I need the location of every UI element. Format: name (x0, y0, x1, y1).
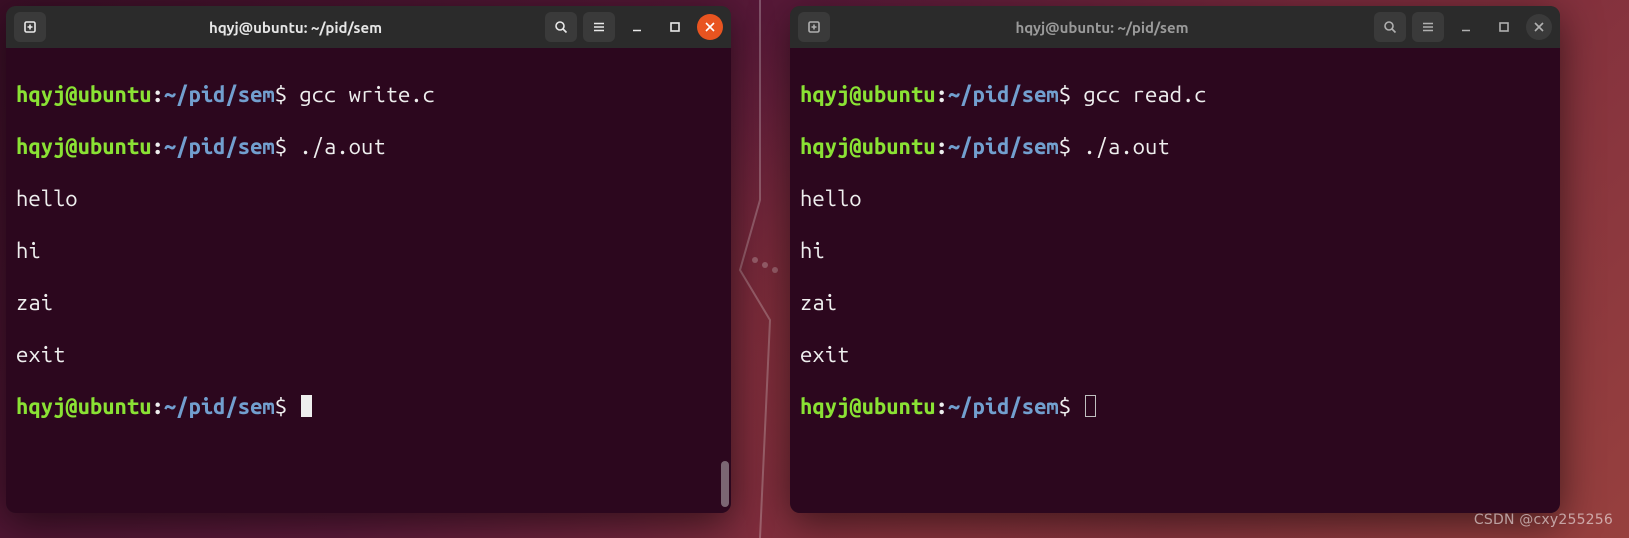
search-button[interactable] (545, 12, 577, 42)
prompt-user: hqyj@ubuntu (800, 82, 936, 107)
prompt-symbol: $ (275, 394, 287, 419)
cursor-hollow (1085, 395, 1096, 417)
prompt-symbol: $ (275, 134, 287, 159)
titlebar-left-group (14, 12, 46, 42)
prompt-line-2: hqyj@ubuntu:~/pid/sem$ ./a.out (800, 134, 1550, 160)
prompt-path: ~/pid/sem (164, 394, 275, 419)
new-tab-button[interactable] (14, 12, 46, 42)
search-button[interactable] (1374, 12, 1406, 42)
titlebar-right-group (1374, 12, 1552, 42)
prompt-path: ~/pid/sem (948, 82, 1059, 107)
new-tab-icon (806, 19, 822, 35)
hamburger-icon (1420, 19, 1436, 35)
terminal-body-left[interactable]: hqyj@ubuntu:~/pid/sem$ gcc write.c hqyj@… (6, 48, 731, 513)
command-text: ./a.out (299, 134, 385, 159)
prompt-sep: : (936, 134, 948, 159)
watermark-text: CSDN @cxy255256 (1474, 512, 1613, 528)
command-text: ./a.out (1083, 134, 1169, 159)
prompt-path: ~/pid/sem (164, 134, 275, 159)
menu-button[interactable] (1412, 12, 1444, 42)
maximize-icon (667, 19, 683, 35)
prompt-symbol: $ (1059, 394, 1071, 419)
output-line: zai (800, 290, 1550, 316)
minimize-icon (629, 19, 645, 35)
output-line: zai (16, 290, 721, 316)
menu-button[interactable] (583, 12, 615, 42)
titlebar-right[interactable]: hqyj@ubuntu: ~/pid/sem (790, 6, 1560, 48)
terminal-body-right[interactable]: hqyj@ubuntu:~/pid/sem$ gcc read.c hqyj@u… (790, 48, 1560, 513)
prompt-line-2: hqyj@ubuntu:~/pid/sem$ ./a.out (16, 134, 721, 160)
minimize-button[interactable] (621, 12, 653, 42)
hamburger-icon (591, 19, 607, 35)
search-icon (553, 19, 569, 35)
prompt-user: hqyj@ubuntu (16, 394, 152, 419)
titlebar-left-group (798, 12, 830, 42)
prompt-symbol: $ (1059, 134, 1071, 159)
prompt-user: hqyj@ubuntu (800, 134, 936, 159)
prompt-path: ~/pid/sem (948, 134, 1059, 159)
prompt-user: hqyj@ubuntu (16, 82, 152, 107)
prompt-user: hqyj@ubuntu (800, 394, 936, 419)
output-line: hi (800, 238, 1550, 264)
new-tab-icon (22, 19, 38, 35)
close-icon (702, 19, 718, 35)
output-line: hello (16, 186, 721, 212)
prompt-user: hqyj@ubuntu (16, 134, 152, 159)
command-text: gcc write.c (299, 82, 435, 107)
scrollbar-thumb[interactable] (721, 461, 729, 507)
prompt-sep: : (152, 134, 164, 159)
close-button[interactable] (1526, 14, 1552, 40)
output-line: hi (16, 238, 721, 264)
prompt-line-idle: hqyj@ubuntu:~/pid/sem$ (16, 394, 721, 420)
prompt-line-1: hqyj@ubuntu:~/pid/sem$ gcc write.c (16, 82, 721, 108)
terminal-window-right[interactable]: hqyj@ubuntu: ~/pid/sem (790, 6, 1560, 513)
prompt-line-1: hqyj@ubuntu:~/pid/sem$ gcc read.c (800, 82, 1550, 108)
new-tab-button[interactable] (798, 12, 830, 42)
maximize-button[interactable] (659, 12, 691, 42)
output-line: exit (800, 342, 1550, 368)
prompt-sep: : (152, 394, 164, 419)
maximize-button[interactable] (1488, 12, 1520, 42)
prompt-sep: : (936, 82, 948, 107)
close-icon (1531, 19, 1547, 35)
titlebar-left[interactable]: hqyj@ubuntu: ~/pid/sem (6, 6, 731, 48)
search-icon (1382, 19, 1398, 35)
prompt-symbol: $ (275, 82, 287, 107)
cursor-block (301, 395, 312, 417)
prompt-path: ~/pid/sem (948, 394, 1059, 419)
minimize-icon (1458, 19, 1474, 35)
close-button[interactable] (697, 14, 723, 40)
output-line: exit (16, 342, 721, 368)
prompt-line-idle: hqyj@ubuntu:~/pid/sem$ (800, 394, 1550, 420)
maximize-icon (1496, 19, 1512, 35)
titlebar-right-group (545, 12, 723, 42)
desktop-background: hqyj@ubuntu: ~/pid/sem (0, 0, 1629, 538)
prompt-sep: : (936, 394, 948, 419)
window-title: hqyj@ubuntu: ~/pid/sem (52, 19, 539, 36)
prompt-sep: : (152, 82, 164, 107)
prompt-path: ~/pid/sem (164, 82, 275, 107)
prompt-symbol: $ (1059, 82, 1071, 107)
window-title: hqyj@ubuntu: ~/pid/sem (836, 19, 1368, 36)
minimize-button[interactable] (1450, 12, 1482, 42)
command-text: gcc read.c (1083, 82, 1206, 107)
output-line: hello (800, 186, 1550, 212)
terminal-window-left[interactable]: hqyj@ubuntu: ~/pid/sem (6, 6, 731, 513)
